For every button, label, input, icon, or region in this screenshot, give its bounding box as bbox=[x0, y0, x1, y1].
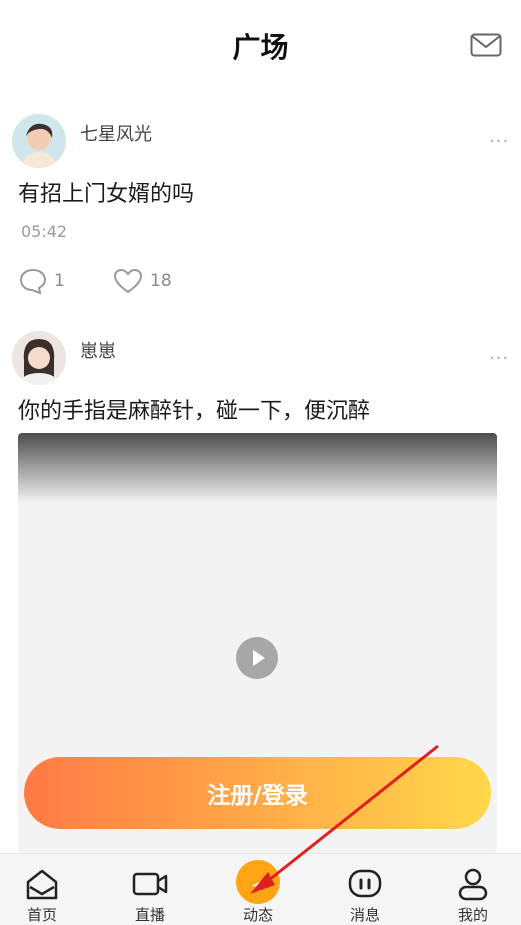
home-icon bbox=[26, 869, 58, 900]
user-icon bbox=[458, 868, 488, 901]
avatar[interactable] bbox=[12, 114, 66, 168]
send-icon bbox=[252, 878, 266, 892]
like-button[interactable]: 18 bbox=[112, 267, 172, 295]
like-count: 18 bbox=[150, 271, 172, 291]
tab-live[interactable]: 直播 bbox=[110, 854, 190, 925]
more-icon[interactable]: ··· bbox=[489, 131, 509, 152]
tab-feed[interactable]: 动态 bbox=[218, 854, 298, 925]
comment-button[interactable]: 1 bbox=[18, 267, 65, 295]
more-icon[interactable]: ··· bbox=[489, 348, 509, 369]
bottom-tab-bar: 首页 直播 动态 消息 我的 bbox=[0, 853, 521, 925]
play-icon[interactable] bbox=[236, 637, 278, 679]
heart-icon bbox=[113, 268, 143, 294]
tab-label: 动态 bbox=[242, 906, 273, 924]
tab-label: 直播 bbox=[134, 906, 165, 924]
page-title: 广场 bbox=[232, 31, 289, 64]
video-camera-icon bbox=[132, 872, 168, 896]
comment-count: 1 bbox=[54, 271, 65, 291]
tab-profile[interactable]: 我的 bbox=[433, 854, 513, 925]
register-login-button[interactable]: 注册/登录 bbox=[24, 757, 491, 829]
post-text: 有招上门女婿的吗 bbox=[18, 182, 195, 207]
post-author[interactable]: 崽崽 bbox=[80, 337, 116, 363]
tab-label: 首页 bbox=[26, 906, 57, 924]
mail-icon[interactable] bbox=[470, 33, 502, 57]
chat-icon bbox=[348, 869, 382, 898]
tab-home[interactable]: 首页 bbox=[2, 854, 82, 925]
tab-label: 我的 bbox=[457, 906, 488, 924]
post-text: 你的手指是麻醉针，碰一下，便沉醉 bbox=[18, 399, 371, 424]
header: 广场 bbox=[0, 0, 521, 90]
tab-messages[interactable]: 消息 bbox=[325, 854, 405, 925]
post-time: 05:42 bbox=[21, 222, 68, 241]
comment-icon bbox=[19, 268, 47, 295]
post-author[interactable]: 七星风光 bbox=[80, 120, 152, 146]
tab-label: 消息 bbox=[349, 906, 380, 924]
avatar[interactable] bbox=[12, 331, 66, 385]
video-overlay bbox=[18, 433, 497, 503]
